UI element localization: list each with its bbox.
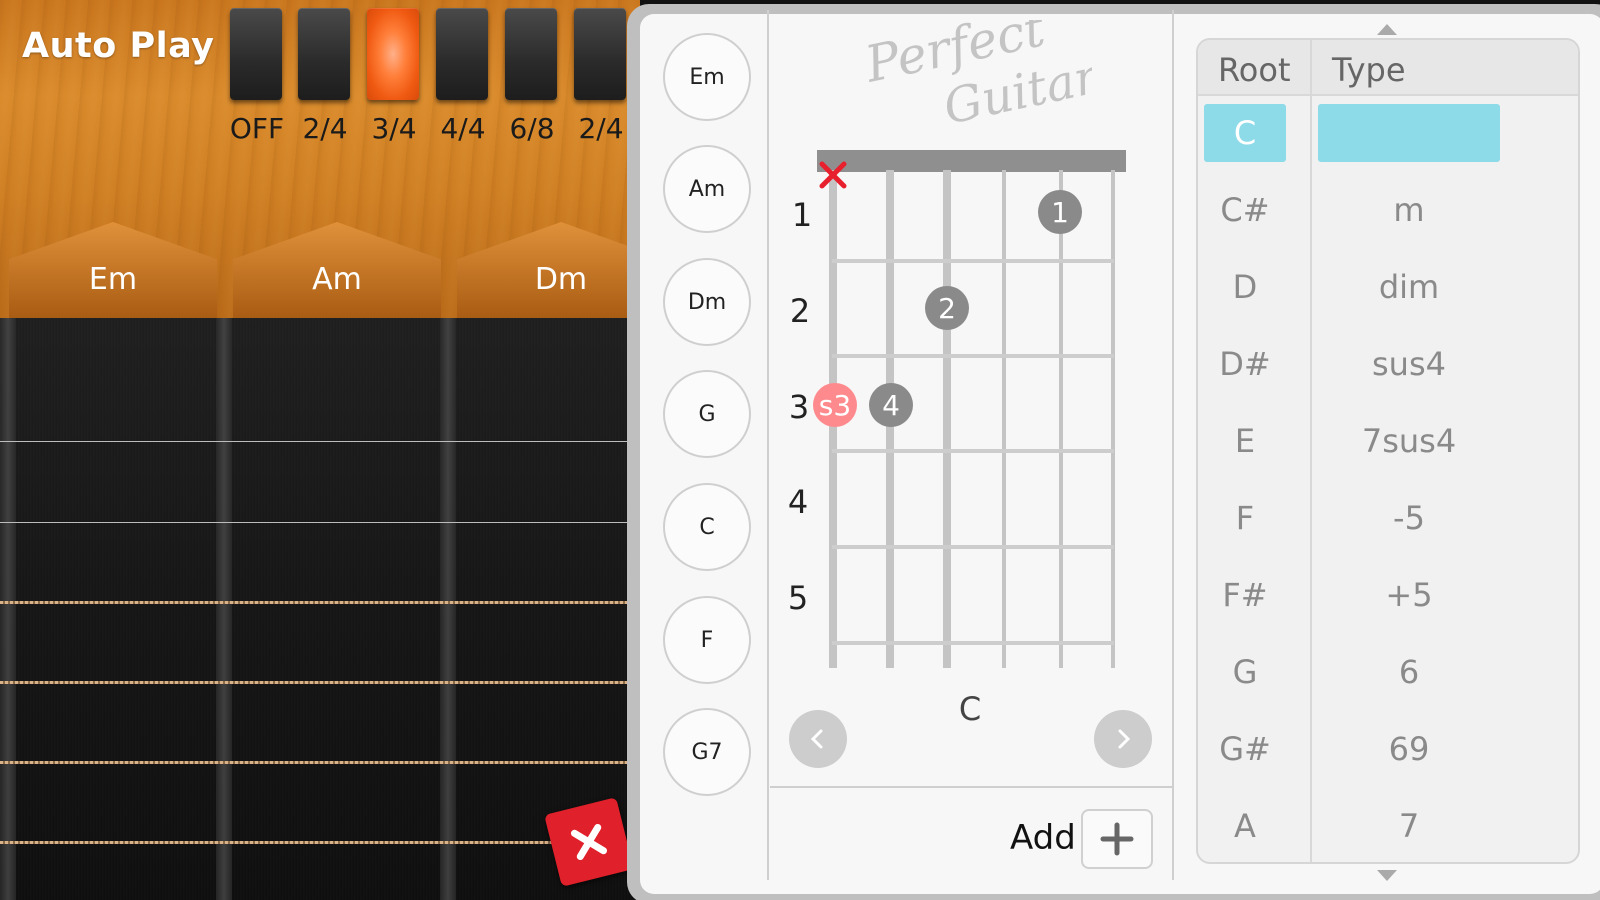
scroll-up-icon[interactable]	[1377, 24, 1397, 35]
saved-chord-am[interactable]: Am	[663, 145, 751, 233]
current-chord-name: C	[958, 690, 982, 728]
root-item-a[interactable]: A	[1204, 797, 1286, 855]
guitar-string	[0, 522, 640, 523]
root-item-e[interactable]: E	[1204, 412, 1286, 470]
fret-divider	[440, 318, 456, 900]
type-item-6[interactable]: 6	[1318, 643, 1500, 701]
root-item-g[interactable]: G	[1204, 643, 1286, 701]
diagram-fret	[832, 354, 1114, 358]
finger-dot-1[interactable]: 1	[1038, 190, 1082, 234]
beat-label: 6/8	[509, 112, 555, 145]
finger-dot-s3[interactable]: s3	[813, 383, 857, 427]
saved-chord-c[interactable]: C	[663, 483, 751, 571]
finger-dot-2[interactable]: 2	[925, 286, 969, 330]
beat-button-off[interactable]	[230, 8, 282, 100]
root-item-c[interactable]: C	[1204, 104, 1286, 162]
chord-tab-label: Dm	[534, 262, 588, 297]
type-item-flat5[interactable]: -5	[1318, 489, 1500, 547]
saved-chord-g7[interactable]: G7	[663, 708, 751, 796]
add-separator	[770, 786, 1172, 788]
auto-play-title: Auto Play	[22, 26, 215, 66]
guitar-string	[0, 841, 640, 844]
type-item-69[interactable]: 69	[1318, 720, 1500, 778]
previous-voicing-button[interactable]	[789, 710, 847, 768]
beat-button-6-8[interactable]	[505, 8, 557, 100]
type-item-sus4[interactable]: sus4	[1318, 335, 1500, 393]
type-header: Type	[1332, 51, 1406, 89]
fret-number: 4	[787, 483, 809, 521]
diagram-fret	[832, 259, 1114, 263]
root-item-f[interactable]: F	[1204, 489, 1286, 547]
guitar-background: Auto Play OFF 2/4 3/4 4/4 6/8 2/4 Em Am …	[0, 0, 640, 900]
root-item-d[interactable]: D	[1204, 258, 1286, 316]
root-item-c-sharp[interactable]: C#	[1204, 181, 1286, 239]
root-item-g-sharp[interactable]: G#	[1204, 720, 1286, 778]
beat-label: 2/4	[302, 112, 348, 145]
column-divider	[1172, 10, 1174, 880]
beat-label: 2/4	[578, 112, 624, 145]
saved-chord-dm[interactable]: Dm	[663, 258, 751, 346]
saved-chord-g[interactable]: G	[663, 370, 751, 458]
type-item-major[interactable]	[1318, 104, 1500, 162]
root-header: Root	[1218, 51, 1291, 89]
type-item-sharp5[interactable]: +5	[1318, 566, 1500, 624]
close-icon	[570, 823, 608, 861]
saved-chord-f[interactable]: F	[663, 596, 751, 684]
diagram-fret	[832, 545, 1114, 549]
guitar-string	[0, 441, 640, 442]
type-item-dim[interactable]: dim	[1318, 258, 1500, 316]
diagram-fret	[832, 641, 1114, 645]
diagram-string	[1002, 170, 1006, 668]
next-voicing-button[interactable]	[1094, 710, 1152, 768]
beat-label: OFF	[229, 112, 285, 145]
x-mark-icon[interactable]	[818, 160, 848, 190]
fret-divider	[216, 318, 232, 900]
chord-picker: Root Type C C# D D# E F F# G G# A m dim …	[1196, 38, 1580, 864]
diagram-string	[1059, 170, 1063, 668]
perfect-guitar-logo: Perfect Guitar	[862, 20, 1092, 130]
diagram-string	[1111, 170, 1115, 668]
column-divider	[767, 10, 769, 880]
guitar-string	[0, 761, 640, 764]
picker-column-divider	[1310, 40, 1312, 862]
beat-label: 3/4	[371, 112, 417, 145]
fret-number: 5	[787, 579, 809, 617]
chord-tab-label: Em	[88, 262, 138, 297]
add-label: Add	[1010, 818, 1076, 858]
beat-button-2-4-b[interactable]	[574, 8, 626, 100]
beat-button-4-4[interactable]	[436, 8, 488, 100]
diagram-fret	[832, 449, 1114, 453]
type-item-7[interactable]: 7	[1318, 797, 1500, 855]
add-chord-button[interactable]	[1081, 809, 1153, 869]
fret-divider	[0, 318, 16, 900]
strum-area[interactable]	[0, 318, 640, 900]
type-item-7sus4[interactable]: 7sus4	[1318, 412, 1500, 470]
chord-tab-label: Am	[312, 262, 362, 297]
root-item-d-sharp[interactable]: D#	[1204, 335, 1286, 393]
beat-button-2-4[interactable]	[298, 8, 350, 100]
diagram-string	[943, 170, 951, 668]
scroll-down-icon[interactable]	[1377, 870, 1397, 881]
guitar-string	[0, 681, 640, 684]
fret-number: 1	[791, 196, 813, 234]
chevron-right-icon	[1118, 729, 1131, 749]
root-item-f-sharp[interactable]: F#	[1204, 566, 1286, 624]
guitar-string	[0, 601, 640, 604]
plus-icon	[1100, 822, 1134, 856]
finger-dot-4[interactable]: 4	[869, 383, 913, 427]
beat-button-3-4[interactable]	[367, 8, 419, 100]
type-item-m[interactable]: m	[1318, 181, 1500, 239]
saved-chord-em[interactable]: Em	[663, 33, 751, 121]
diagram-nut	[817, 150, 1126, 172]
fret-number: 2	[789, 292, 811, 330]
beat-label: 4/4	[440, 112, 486, 145]
chevron-left-icon	[810, 729, 823, 749]
